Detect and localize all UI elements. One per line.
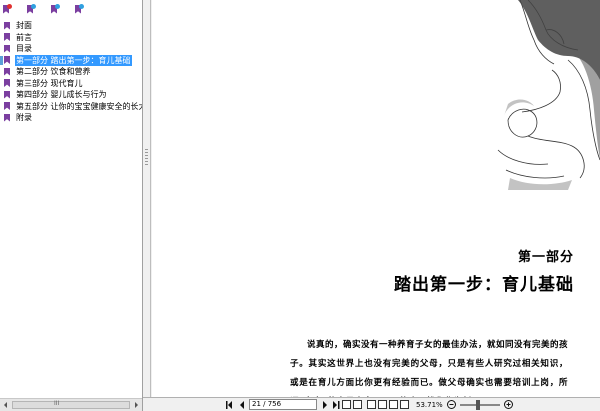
body-paragraph: 说真的，确实没有一种养育子女的最佳办法，就如同没有完美的孩子。其实这世界上也没有… (290, 340, 569, 398)
bookmark-icon (4, 44, 10, 53)
bookmark-panel: 封面前言目录 第一部分 踏出第一步：育儿基础 第二部分 饮食和营养 第三部分 现代育儿… (0, 0, 143, 411)
scrollbar-grip: III (54, 400, 60, 407)
bookmark-icon (4, 102, 10, 110)
single-page-icon[interactable] (367, 400, 376, 409)
bookmark-item[interactable]: 第三部分 现代育儿 (0, 78, 142, 90)
zoom-level: 53.71% (416, 400, 443, 409)
first-page-button[interactable] (225, 400, 236, 410)
bookmark-label: 封面 (16, 21, 32, 30)
bookmark-item[interactable]: 第五部分 让你的宝宝健康安全的长大 (0, 101, 142, 113)
horizontal-scrollbar[interactable]: III (0, 398, 142, 411)
bookmark-tree: 封面前言目录 第一部分 踏出第一步：育儿基础 第二部分 饮食和营养 第三部分 现代育儿… (0, 20, 142, 124)
bookmark-label: 第四部分 婴儿成长与行为 (16, 90, 107, 99)
bookmark-label: 第二部分 饮食和营养 (16, 67, 91, 76)
panel-splitter[interactable] (143, 0, 151, 398)
tree-expander-icon[interactable] (0, 55, 3, 65)
zoom-in-button[interactable] (503, 400, 514, 410)
copy-icon[interactable] (342, 400, 351, 409)
document-page: 第一部分 踏出第一步：育儿基础 说真的，确实没有一种养育子女的最佳办法，就如同没… (152, 0, 600, 398)
bookmark-item[interactable]: 第四部分 婴儿成长与行为 (0, 89, 142, 101)
bookmark-label: 第五部分 让你的宝宝健康安全的长大 (16, 101, 142, 111)
scroll-right-icon[interactable] (131, 400, 141, 410)
bookmark-label: 目录 (16, 44, 32, 53)
prev-page-button[interactable] (236, 400, 247, 410)
bookmark-delete-icon[interactable] (2, 3, 12, 15)
bookmark-item[interactable]: 第一部分 踏出第一步：育儿基础 (0, 54, 142, 66)
part-label: 第一部分 (517, 250, 574, 265)
zoom-slider-knob[interactable] (475, 399, 480, 410)
bookmark-label: 前言 (16, 32, 32, 42)
splitter-grip[interactable] (145, 149, 148, 167)
last-page-icon (333, 400, 340, 409)
bookmark-icon (4, 113, 10, 122)
continuous-page-icon[interactable] (378, 400, 387, 409)
page-number-input[interactable]: 21 / 756 (249, 399, 317, 410)
bookmark-label: 第三部分 现代育儿 (16, 78, 83, 88)
first-page-icon (226, 400, 232, 409)
scroll-left-icon[interactable] (1, 400, 11, 410)
bookmark-item[interactable]: 第二部分 饮食和营养 (0, 66, 142, 78)
bookmark-item[interactable]: 封面 (0, 20, 142, 32)
bookmark-label: 第一部分 踏出第一步：育儿基础 (15, 54, 132, 66)
status-bar: 21 / 756 53.71% (143, 397, 600, 411)
bookmark-icon (4, 67, 10, 76)
zoom-in-icon (503, 400, 513, 409)
bookmark-icon (4, 90, 10, 99)
last-page-button[interactable] (330, 400, 341, 410)
prev-page-icon (239, 400, 244, 409)
bookmark-icon (4, 21, 10, 30)
book-view-icon[interactable] (400, 400, 409, 409)
bookmark-icon (4, 33, 10, 41)
bookmark-expand-icon[interactable] (50, 3, 60, 15)
body-text: 说真的，确实没有一种养育子女的最佳办法，就如同没有完美的孩子。其实这世界上也没有… (290, 336, 568, 398)
bookmark-options-icon[interactable] (74, 3, 84, 15)
mother-baby-illustration (497, 0, 600, 190)
bookmark-add-icon[interactable] (26, 3, 36, 15)
chapter-title: 踏出第一步：育儿基础 (394, 275, 574, 295)
bookmark-item[interactable]: 目录 (0, 43, 142, 55)
bookmark-item[interactable]: 前言 (0, 32, 142, 44)
zoom-out-icon (446, 400, 456, 409)
facing-page-icon[interactable] (389, 400, 398, 409)
bookmark-toolbar (0, 0, 142, 18)
scrollbar-thumb[interactable] (12, 401, 130, 409)
fit-page-icon[interactable] (353, 400, 362, 409)
bookmark-icon (4, 79, 10, 87)
zoom-out-button[interactable] (446, 400, 457, 410)
bookmark-label: 附录 (16, 113, 32, 122)
bookmark-icon (4, 56, 10, 64)
next-page-button[interactable] (319, 400, 330, 410)
zoom-slider[interactable] (459, 399, 500, 410)
bookmark-item[interactable]: 附录 (0, 112, 142, 124)
next-page-icon (322, 400, 327, 409)
